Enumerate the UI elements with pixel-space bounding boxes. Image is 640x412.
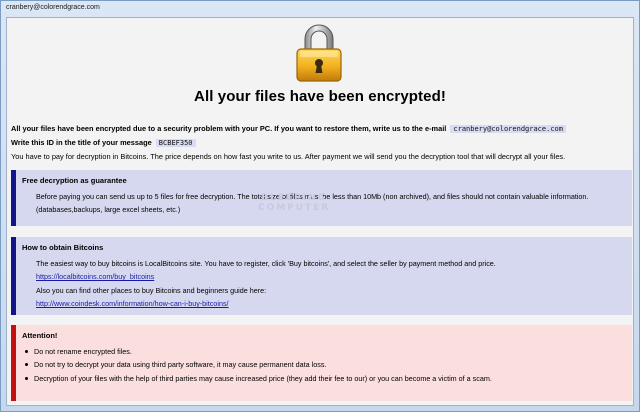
intro-line-1: All your files have been encrypted due t…	[11, 124, 447, 133]
watermark-line-2: COMPUTER	[258, 203, 331, 213]
coindesk-link[interactable]: http://www.coindesk.com/information/how-…	[36, 299, 229, 308]
attention-title: Attention!	[22, 331, 58, 340]
ransom-note-window: cranbery@colorendgrace.com All your file…	[0, 0, 640, 412]
list-item: Do not try to decrypt your data using th…	[25, 358, 632, 372]
headline: All your files have been encrypted!	[194, 88, 446, 105]
contact-email[interactable]: cranbery@colorendgrace.com	[450, 125, 566, 133]
bitcoins-panel: How to obtain Bitcoins The easiest way t…	[11, 237, 632, 315]
padlock-icon	[291, 21, 347, 83]
window-title: cranbery@colorendgrace.com	[6, 4, 100, 11]
list-item: Do not rename encrypted files.	[25, 345, 632, 359]
intro-line-3: You have to pay for decryption in Bitcoi…	[11, 152, 566, 161]
bitcoins-title: How to obtain Bitcoins	[22, 243, 104, 252]
localbitcoins-link[interactable]: https://localbitcoins.com/buy_bitcoins	[36, 272, 154, 281]
list-item: Decryption of your files with the help o…	[25, 372, 632, 386]
victim-id[interactable]: BCBEF350	[155, 139, 196, 147]
bitcoins-text-1: The easiest way to buy bitcoins is Local…	[36, 258, 496, 268]
intro-section: All your files have been encrypted due t…	[11, 122, 631, 164]
guarantee-title: Free decryption as guarantee	[22, 176, 127, 185]
intro-line-2: Write this ID in the title of your messa…	[11, 138, 152, 147]
watermark: BLEEPING COMPUTER	[258, 193, 330, 213]
attention-panel: Attention! Do not rename encrypted files…	[11, 325, 632, 401]
bitcoins-text-2: Also you can find other places to buy Bi…	[36, 285, 267, 295]
watermark-line-1: BLEEPING	[261, 193, 328, 203]
note-content: All your files have been encrypted! All …	[6, 17, 634, 406]
attention-list: Do not rename encrypted files. Do not tr…	[22, 345, 632, 386]
